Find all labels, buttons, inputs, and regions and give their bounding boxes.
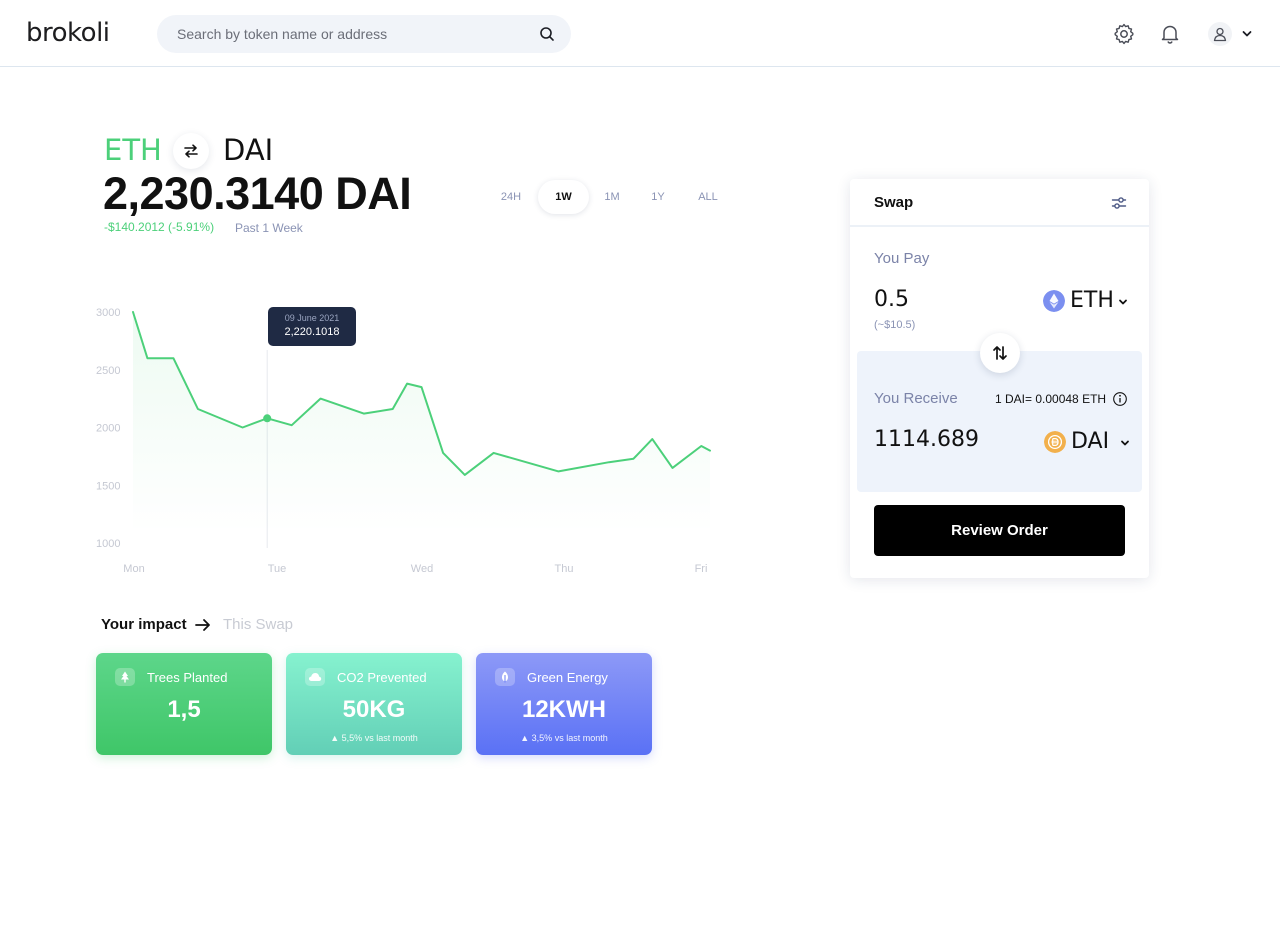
pay-token-selector[interactable]: ETH bbox=[1043, 288, 1127, 314]
tooltip-value: 2,220.1018 bbox=[284, 326, 340, 338]
pair-quote-token[interactable]: DAI bbox=[223, 133, 273, 167]
chart-data-point[interactable] bbox=[492, 451, 496, 455]
bell-icon[interactable] bbox=[1158, 22, 1182, 46]
swap-vertical-icon bbox=[993, 346, 1007, 360]
receive-token-selector[interactable]: DAI bbox=[1044, 429, 1129, 455]
search-icon[interactable] bbox=[539, 26, 555, 42]
price-change: -$140.2012 (-5.91%) bbox=[104, 220, 215, 234]
card-value: 12KWH bbox=[521, 696, 606, 723]
chart-data-point[interactable] bbox=[319, 397, 323, 401]
card-title: Green Energy bbox=[527, 670, 608, 685]
gear-icon[interactable] bbox=[1112, 22, 1136, 46]
tooltip-date: 09 June 2021 bbox=[284, 313, 340, 323]
pair-base-token[interactable]: ETH bbox=[104, 133, 162, 167]
receive-label: You Receive bbox=[874, 390, 958, 407]
receive-token-name: DAI bbox=[1071, 429, 1110, 454]
user-menu[interactable] bbox=[1208, 22, 1258, 46]
search-input[interactable] bbox=[177, 15, 527, 53]
card-note: ▲ 3,5% vs last month bbox=[520, 733, 608, 743]
chart-tooltip: 09 June 2021 2,220.1018 bbox=[268, 307, 356, 346]
range-1w[interactable]: 1W bbox=[538, 180, 589, 214]
card-value: 1,5 bbox=[167, 696, 201, 723]
eth-icon bbox=[1043, 290, 1065, 312]
chart-data-point[interactable] bbox=[290, 423, 294, 427]
impact-tab-this-swap[interactable]: This Swap bbox=[223, 616, 293, 633]
chevron-down-icon bbox=[1121, 440, 1129, 446]
search-bar bbox=[157, 15, 571, 53]
brand-logo[interactable]: brokoli bbox=[26, 18, 110, 48]
chart-data-point[interactable] bbox=[362, 412, 366, 416]
chart-data-point[interactable] bbox=[699, 444, 703, 448]
chart-data-point[interactable] bbox=[391, 407, 395, 411]
chart-area-fill bbox=[133, 312, 710, 533]
chart-data-point[interactable] bbox=[171, 356, 175, 360]
period-label: Past 1 Week bbox=[235, 221, 303, 235]
card-value: 50KG bbox=[342, 696, 406, 723]
pair-switch-button[interactable] bbox=[173, 133, 209, 169]
chart-highlight-point[interactable] bbox=[263, 414, 272, 423]
chart-data-point[interactable] bbox=[557, 469, 561, 473]
exchange-rate: 1 DAI= 0.00048 ETH bbox=[995, 392, 1107, 406]
range-all[interactable]: ALL bbox=[686, 180, 730, 214]
impact-card-energy[interactable]: Green Energy 12KWH ▲ 3,5% vs last month bbox=[476, 653, 652, 755]
sliders-icon[interactable] bbox=[1111, 195, 1127, 211]
y-tick-label: 3000 bbox=[96, 307, 120, 319]
info-icon[interactable] bbox=[1112, 391, 1128, 407]
chevron-down-icon[interactable] bbox=[1242, 30, 1252, 38]
price-chart[interactable]: 3000 2500 2000 1500 1000 Mon Tue Wed Thu Fri bbox=[90, 290, 730, 590]
pay-amount-input[interactable]: 0.5 bbox=[874, 287, 909, 312]
chart-data-point[interactable] bbox=[607, 460, 611, 464]
impact-card-trees[interactable]: Trees Planted 1,5 bbox=[96, 653, 272, 755]
chart-data-point[interactable] bbox=[441, 451, 445, 455]
leaf-icon bbox=[495, 668, 515, 686]
review-order-button[interactable]: Review Order bbox=[874, 505, 1125, 556]
chart-data-point[interactable] bbox=[671, 466, 675, 470]
chart-data-point[interactable] bbox=[650, 437, 654, 441]
flip-tokens-button[interactable] bbox=[980, 333, 1020, 373]
x-tick-label: Thu bbox=[555, 563, 574, 575]
impact-tab-your-impact[interactable]: Your impact bbox=[101, 616, 187, 633]
top-bar: brokoli bbox=[0, 0, 1280, 67]
range-24h[interactable]: 24H bbox=[488, 180, 534, 214]
x-tick-label: Tue bbox=[268, 563, 287, 575]
swap-panel: Swap You Pay 0.5 (~$10.5) ETH You Receiv… bbox=[850, 179, 1149, 578]
pay-label: You Pay bbox=[874, 250, 930, 267]
avatar[interactable] bbox=[1208, 22, 1232, 46]
pay-token-name: ETH bbox=[1070, 288, 1114, 313]
range-1y[interactable]: 1Y bbox=[638, 180, 678, 214]
swap-horizontal-icon bbox=[184, 144, 198, 158]
range-1m[interactable]: 1M bbox=[590, 180, 634, 214]
cloud-icon bbox=[305, 668, 325, 686]
card-title: Trees Planted bbox=[147, 670, 228, 685]
pay-usd-value: (~$10.5) bbox=[874, 319, 916, 331]
receive-amount: 1114.689 bbox=[874, 427, 979, 452]
chart-data-point[interactable] bbox=[708, 449, 712, 453]
x-tick-label: Wed bbox=[411, 563, 433, 575]
y-tick-label: 1000 bbox=[96, 538, 120, 550]
chart-data-point[interactable] bbox=[131, 310, 135, 314]
x-tick-label: Mon bbox=[123, 563, 144, 575]
card-title: CO2 Prevented bbox=[337, 670, 427, 685]
y-tick-label: 2000 bbox=[96, 423, 120, 435]
chart-data-point[interactable] bbox=[632, 457, 636, 461]
y-tick-label: 2500 bbox=[96, 365, 120, 377]
dai-icon bbox=[1044, 431, 1066, 453]
chart-data-point[interactable] bbox=[420, 385, 424, 389]
user-icon bbox=[1213, 27, 1227, 42]
chart-data-point[interactable] bbox=[145, 356, 149, 360]
chart-data-point[interactable] bbox=[196, 407, 200, 411]
swap-header: Swap bbox=[850, 179, 1149, 227]
card-note: ▲ 5,5% vs last month bbox=[330, 733, 418, 743]
y-tick-label: 1500 bbox=[96, 480, 120, 492]
current-price: 2,230.3140 DAI bbox=[103, 168, 412, 219]
swap-title: Swap bbox=[874, 194, 914, 211]
x-tick-label: Fri bbox=[695, 563, 708, 575]
chevron-down-icon bbox=[1119, 299, 1127, 305]
arrow-right-icon bbox=[195, 619, 210, 631]
chart-data-point[interactable] bbox=[241, 426, 245, 430]
tree-icon bbox=[115, 668, 135, 686]
chart-data-point[interactable] bbox=[463, 473, 467, 477]
impact-card-co2[interactable]: CO2 Prevented 50KG ▲ 5,5% vs last month bbox=[286, 653, 462, 755]
chart-data-point[interactable] bbox=[405, 382, 409, 386]
